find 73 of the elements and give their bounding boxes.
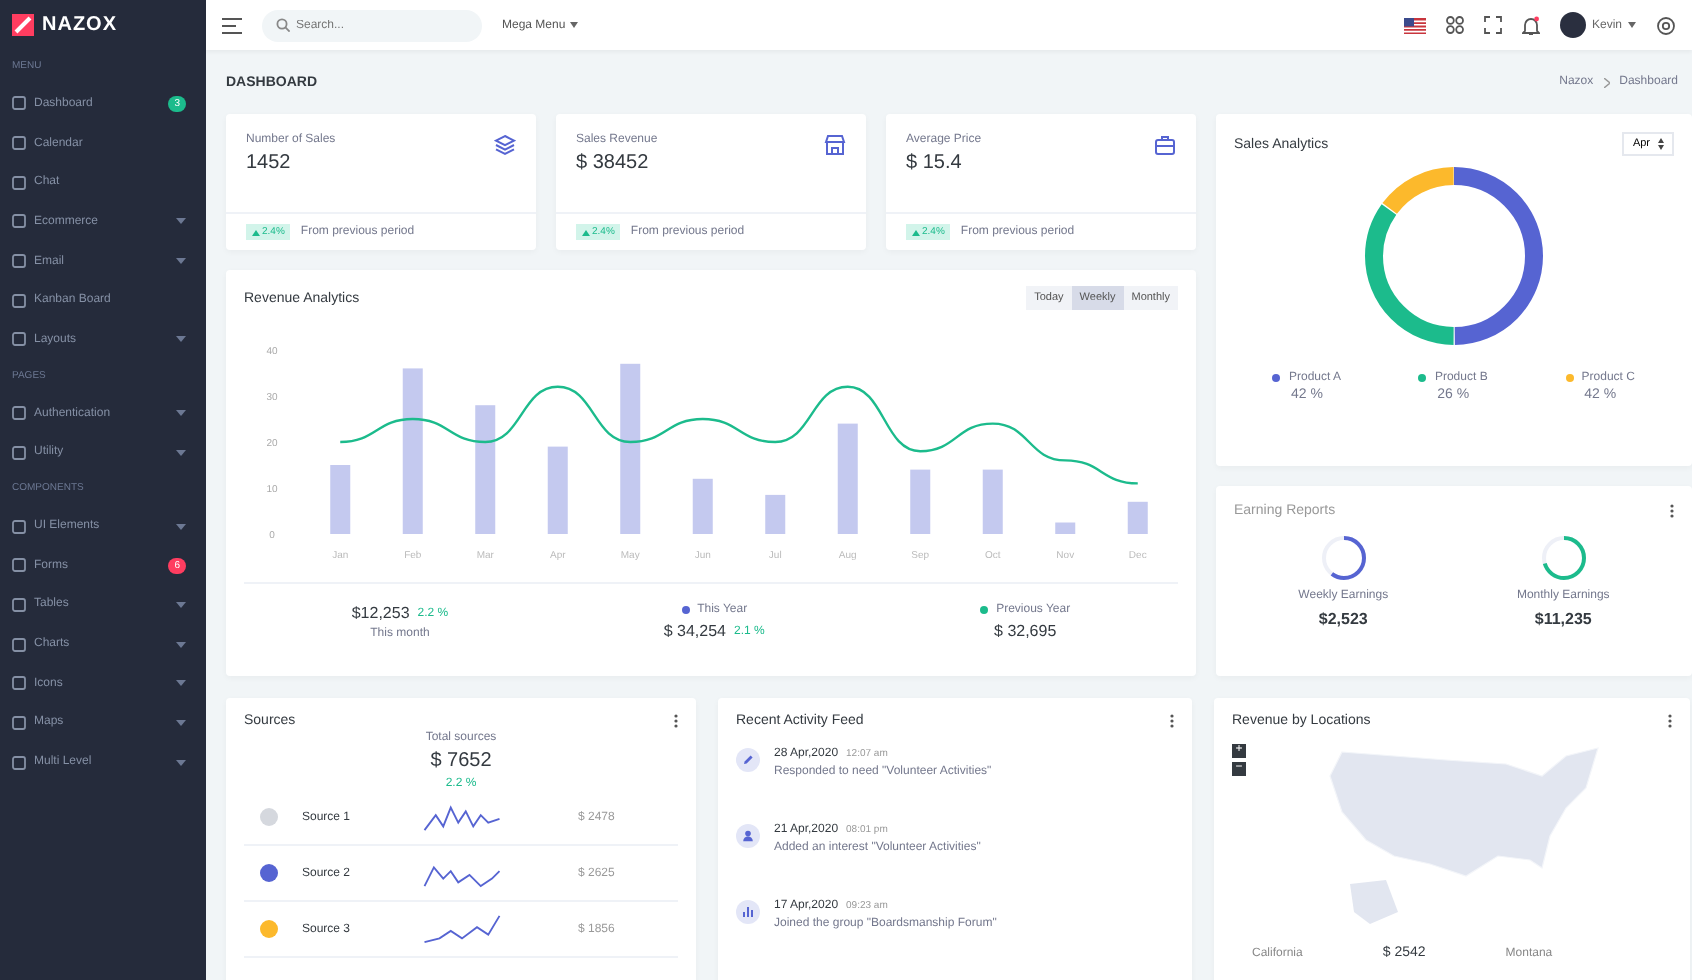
earning-value: $2,523 xyxy=(1318,610,1368,628)
layers-icon xyxy=(494,134,516,156)
briefcase-icon xyxy=(1154,134,1176,156)
chevron-down-icon xyxy=(176,336,186,343)
caret-icon xyxy=(569,22,578,28)
chevron-down-icon xyxy=(176,449,186,456)
square-icon xyxy=(12,715,26,730)
caret-icon xyxy=(1628,22,1636,28)
square-icon xyxy=(12,637,26,652)
total-value: $ 7652 xyxy=(430,750,492,772)
bar xyxy=(547,446,568,534)
fullscreen-icon[interactable] xyxy=(1483,16,1502,34)
radial-progress xyxy=(1539,534,1588,582)
pencil-icon xyxy=(736,748,760,772)
user-icon xyxy=(736,824,760,848)
sparkline xyxy=(422,802,502,832)
search-icon xyxy=(276,18,290,32)
chevron-down-icon xyxy=(176,601,186,608)
bar xyxy=(910,469,931,534)
caret-up-icon xyxy=(582,229,590,235)
sort-icon xyxy=(1658,138,1664,150)
square-icon xyxy=(12,136,26,151)
square-icon xyxy=(12,406,26,421)
chevron-down-icon xyxy=(176,523,186,530)
apps-icon[interactable] xyxy=(1445,16,1464,34)
sparkline xyxy=(422,914,502,944)
bar xyxy=(692,478,713,534)
stat-value: 1452 xyxy=(246,152,293,174)
bar xyxy=(765,494,786,534)
chevron-down-icon xyxy=(176,719,186,726)
square-icon xyxy=(12,676,26,691)
square-icon xyxy=(12,96,26,111)
square-icon xyxy=(12,519,26,534)
square-icon xyxy=(12,175,26,190)
chevron-down-icon xyxy=(176,410,186,417)
chevron-down-icon xyxy=(176,218,186,225)
caret-up-icon xyxy=(912,229,920,235)
bar xyxy=(982,469,1003,534)
square-icon xyxy=(12,755,26,770)
bar xyxy=(330,465,351,534)
bar xyxy=(475,405,496,534)
chevron-down-icon xyxy=(176,680,186,687)
square-icon xyxy=(12,293,26,308)
radial-progress xyxy=(1319,534,1368,582)
bar xyxy=(1055,522,1076,534)
bar xyxy=(1127,501,1148,534)
chevron-down-icon xyxy=(176,258,186,265)
chevron-down-icon xyxy=(176,759,186,766)
chevron-down-icon xyxy=(176,641,186,648)
settings-icon[interactable] xyxy=(1656,15,1676,35)
square-icon xyxy=(12,254,26,269)
menu-icon[interactable] xyxy=(222,17,242,33)
bar-chart-icon xyxy=(736,900,760,924)
square-icon xyxy=(12,214,26,229)
logo-text: NAZOX xyxy=(42,14,117,36)
stat-value: $ 38452 xyxy=(576,152,651,174)
logo-icon xyxy=(12,14,34,36)
square-icon xyxy=(12,332,26,347)
bell-icon[interactable] xyxy=(1521,15,1540,35)
revenue-value: $12,253 xyxy=(351,604,410,622)
flag-icon[interactable] xyxy=(1403,17,1426,33)
square-icon xyxy=(12,445,26,460)
revenue-value: $ 34,254 xyxy=(663,622,726,640)
square-icon xyxy=(12,558,26,573)
chevron-right-icon xyxy=(1603,77,1610,87)
avatar xyxy=(1559,12,1586,38)
revenue-value: $ 32,695 xyxy=(994,622,1057,640)
caret-up-icon xyxy=(252,229,260,235)
earning-value: $11,235 xyxy=(1534,610,1592,628)
stat-value: $ 15.4 xyxy=(906,152,964,174)
bar xyxy=(837,423,858,534)
store-icon xyxy=(824,134,846,156)
square-icon xyxy=(12,597,26,612)
